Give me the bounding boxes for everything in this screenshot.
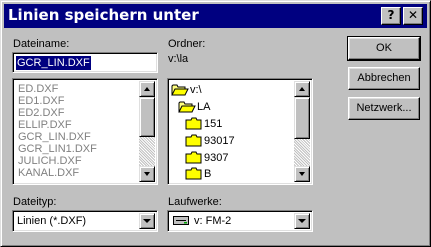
folders-label: Ordner: xyxy=(168,38,206,50)
drive-select[interactable]: v: FM-2 xyxy=(167,210,313,232)
drive-value: v: FM-2 xyxy=(194,215,232,227)
arrow-down-icon xyxy=(144,172,150,176)
title-bar[interactable]: Linien speichern unter ? ✕ xyxy=(4,4,427,28)
chevron-down-icon xyxy=(143,219,151,223)
list-item[interactable]: ELLIP.DXF xyxy=(15,119,137,131)
scroll-down-button[interactable] xyxy=(294,166,310,182)
folder-open-icon xyxy=(178,101,196,113)
help-button[interactable]: ? xyxy=(381,7,401,25)
current-path: v:\la xyxy=(168,53,189,65)
file-list-scrollbar[interactable] xyxy=(139,81,155,182)
filename-label: Dateiname: xyxy=(13,38,70,50)
filetype-label: Dateityp: xyxy=(13,196,57,208)
close-button[interactable]: ✕ xyxy=(403,7,423,25)
folder-item-151[interactable]: 151 xyxy=(185,115,289,133)
chevron-down-icon xyxy=(298,219,306,223)
list-item[interactable]: ED1.DXF xyxy=(15,95,137,107)
cancel-button[interactable]: Abbrechen xyxy=(348,67,420,90)
list-item[interactable]: ED.DXF xyxy=(15,83,137,95)
arrow-up-icon xyxy=(144,87,150,91)
filetype-select[interactable]: Linien (*.DXF) xyxy=(12,210,158,232)
folder-list-scrollbar[interactable] xyxy=(294,81,310,182)
filetype-value: Linien (*.DXF) xyxy=(17,215,87,227)
list-item[interactable]: JULICH.DXF xyxy=(15,155,137,167)
scroll-thumb[interactable] xyxy=(294,97,310,139)
filename-input[interactable]: GCR_LIN.DXF xyxy=(12,52,158,73)
list-item[interactable]: GCR_LIN1.DXF xyxy=(15,143,137,155)
file-list-items: ED.DXF ED1.DXF ED2.DXF ELLIP.DXF GCR_LIN… xyxy=(15,83,137,179)
folder-item-root[interactable]: v:\ xyxy=(171,81,289,99)
folder-open-icon xyxy=(171,84,189,96)
folder-icon xyxy=(185,134,202,147)
folder-item-la[interactable]: LA xyxy=(178,98,289,116)
window-title: Linien speichern unter xyxy=(8,6,199,24)
arrow-down-icon xyxy=(299,172,305,176)
filename-value: GCR_LIN.DXF xyxy=(16,56,91,70)
folder-icon xyxy=(185,117,202,130)
ok-button[interactable]: OK xyxy=(347,36,421,61)
scroll-up-button[interactable] xyxy=(139,81,155,97)
file-list[interactable]: ED.DXF ED1.DXF ED2.DXF ELLIP.DXF GCR_LIN… xyxy=(12,78,158,185)
drive-dropdown-button[interactable] xyxy=(294,213,310,229)
folder-item-b[interactable]: B xyxy=(185,165,289,183)
folder-icon xyxy=(185,151,202,164)
folder-icon xyxy=(185,167,202,180)
list-item[interactable]: KANAL.DXF xyxy=(15,167,137,179)
filetype-dropdown-button[interactable] xyxy=(139,213,155,229)
network-drive-icon xyxy=(173,216,189,225)
scroll-thumb[interactable] xyxy=(139,97,155,137)
scroll-up-button[interactable] xyxy=(294,81,310,97)
network-button[interactable]: Netzwerk... xyxy=(348,97,420,120)
list-item[interactable]: ED2.DXF xyxy=(15,107,137,119)
scroll-down-button[interactable] xyxy=(139,166,155,182)
folder-list[interactable]: v:\ LA 151 93017 9307 B xyxy=(167,78,313,185)
save-dialog: Linien speichern unter ? ✕ Dateiname: GC… xyxy=(0,0,431,247)
list-item[interactable]: GCR_LIN.DXF xyxy=(15,131,137,143)
drives-label: Laufwerke: xyxy=(168,196,222,208)
folder-item-93017[interactable]: 93017 xyxy=(185,132,289,150)
arrow-up-icon xyxy=(299,87,305,91)
